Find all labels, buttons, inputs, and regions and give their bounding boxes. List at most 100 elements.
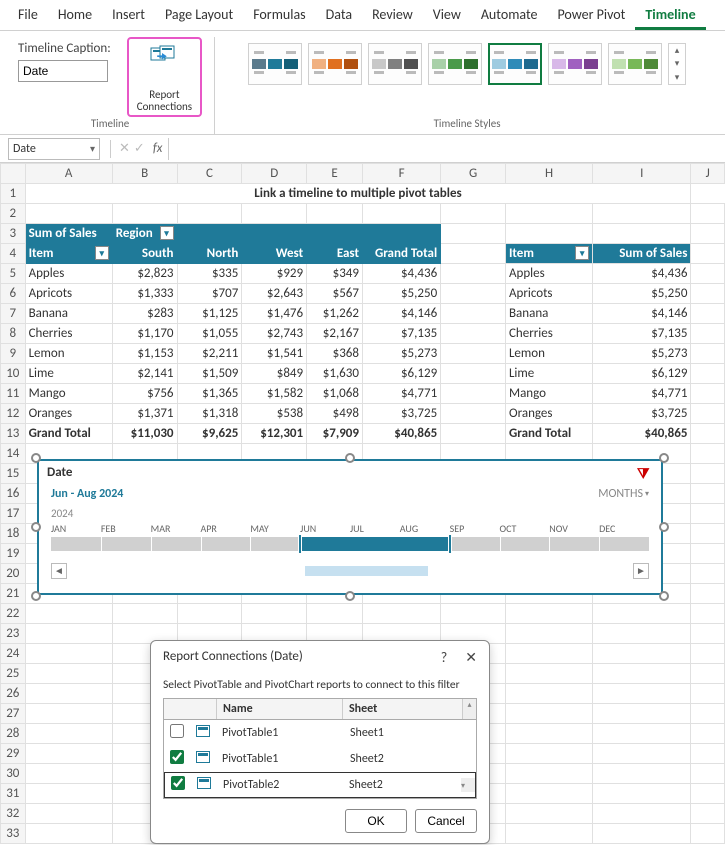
row-header[interactable]: 26 bbox=[1, 684, 26, 704]
pivot-cell[interactable]: $498 bbox=[307, 404, 363, 424]
tab-timeline[interactable]: Timeline bbox=[635, 2, 705, 30]
pivot-cell[interactable]: $849 bbox=[242, 364, 307, 384]
pivot-cell[interactable]: $349 bbox=[307, 264, 363, 284]
resize-handle[interactable] bbox=[659, 522, 669, 532]
pivot-cell[interactable]: $1,333 bbox=[112, 284, 177, 304]
pivot-cell[interactable]: $1,582 bbox=[242, 384, 307, 404]
row-header[interactable]: 32 bbox=[1, 804, 26, 824]
name-box[interactable]: Date ▾ bbox=[8, 138, 100, 160]
timeline-style-thumb[interactable] bbox=[248, 43, 302, 85]
pivot-cell[interactable]: $1,318 bbox=[177, 404, 242, 424]
scrollbar-track[interactable]: ▾ bbox=[461, 778, 475, 792]
tab-data[interactable]: Data bbox=[316, 2, 362, 30]
pivot-cell[interactable]: $1,170 bbox=[112, 324, 177, 344]
scroll-left-icon[interactable]: ◄ bbox=[51, 563, 67, 579]
row-header[interactable]: 28 bbox=[1, 724, 26, 744]
clear-filter-icon[interactable]: ⧩ bbox=[637, 465, 653, 481]
tab-page-layout[interactable]: Page Layout bbox=[155, 2, 243, 30]
pivot-cell[interactable]: $7,135 bbox=[362, 324, 440, 344]
row-header[interactable]: 10 bbox=[1, 364, 26, 384]
tab-home[interactable]: Home bbox=[48, 2, 102, 30]
grand-total-cell[interactable]: $9,625 bbox=[177, 424, 242, 444]
pivot-cell[interactable]: $4,771 bbox=[362, 384, 440, 404]
col-header[interactable]: C bbox=[177, 164, 242, 184]
pivot-cell[interactable]: $1,125 bbox=[177, 304, 242, 324]
pivot-cell[interactable]: $283 bbox=[112, 304, 177, 324]
enter-icon[interactable]: ✓ bbox=[134, 141, 145, 156]
resize-handle[interactable] bbox=[31, 522, 41, 532]
dialog-row[interactable]: PivotTable1Sheet2 bbox=[164, 746, 476, 772]
row-header[interactable]: 7 bbox=[1, 304, 26, 324]
pivot-cell[interactable]: $1,365 bbox=[177, 384, 242, 404]
help-icon[interactable]: ? bbox=[441, 649, 448, 666]
pivot-row-item[interactable]: Cherries bbox=[25, 324, 112, 344]
pivot-col-label[interactable]: Grand Total bbox=[362, 244, 440, 264]
tab-file[interactable]: File bbox=[8, 2, 48, 30]
row-header[interactable]: 20 bbox=[1, 564, 26, 584]
row-header[interactable]: 5 bbox=[1, 264, 26, 284]
row-header[interactable]: 16 bbox=[1, 484, 26, 504]
row-header[interactable]: 9 bbox=[1, 344, 26, 364]
row-header[interactable]: 12 bbox=[1, 404, 26, 424]
timeline-level-selector[interactable]: MONTHS ▾ bbox=[598, 487, 649, 501]
pivot-row-item[interactable]: Banana bbox=[25, 304, 112, 324]
timeline-style-thumb[interactable] bbox=[428, 43, 482, 85]
pivot2-item[interactable]: Apples bbox=[505, 264, 592, 284]
timeline-style-thumb[interactable] bbox=[608, 43, 662, 85]
pivot2-value[interactable]: $7,135 bbox=[593, 324, 691, 344]
close-icon[interactable]: ✕ bbox=[465, 649, 477, 666]
col-header[interactable]: B bbox=[112, 164, 177, 184]
row-header[interactable]: 29 bbox=[1, 744, 26, 764]
pivot2-value[interactable]: $6,129 bbox=[593, 364, 691, 384]
pivot-corner[interactable]: Sum of Sales bbox=[25, 224, 112, 244]
pivot-cell[interactable]: $1,630 bbox=[307, 364, 363, 384]
pivot-cell[interactable]: $1,509 bbox=[177, 364, 242, 384]
pivot-col-label[interactable]: West bbox=[242, 244, 307, 264]
pivot-cell[interactable]: $335 bbox=[177, 264, 242, 284]
pivot2-value[interactable]: $4,146 bbox=[593, 304, 691, 324]
pivot-cell[interactable]: $1,153 bbox=[112, 344, 177, 364]
row-header[interactable]: 23 bbox=[1, 624, 26, 644]
pivot-cell[interactable]: $368 bbox=[307, 344, 363, 364]
row-header[interactable]: 18 bbox=[1, 524, 26, 544]
report-checkbox[interactable] bbox=[170, 724, 184, 738]
pivot-cell[interactable]: $538 bbox=[242, 404, 307, 424]
tab-power-pivot[interactable]: Power Pivot bbox=[547, 2, 635, 30]
row-header[interactable]: 1 bbox=[1, 184, 26, 204]
row-header[interactable]: 14 bbox=[1, 444, 26, 464]
report-connections-button[interactable]: ReportConnections bbox=[127, 37, 202, 117]
pivot-cell[interactable]: $4,436 bbox=[362, 264, 440, 284]
row-header[interactable]: 30 bbox=[1, 764, 26, 784]
resize-handle[interactable] bbox=[345, 453, 355, 463]
row-header[interactable]: 4 bbox=[1, 244, 26, 264]
timeline-grip-right[interactable] bbox=[448, 534, 452, 554]
pivot-cell[interactable]: $6,129 bbox=[362, 364, 440, 384]
pivot-col-label[interactable]: East bbox=[307, 244, 363, 264]
resize-handle[interactable] bbox=[345, 591, 355, 601]
pivot-row-item[interactable]: Mango bbox=[25, 384, 112, 404]
pivot-row-item[interactable]: Lemon bbox=[25, 344, 112, 364]
scroll-right-icon[interactable]: ► bbox=[633, 563, 649, 579]
resize-handle[interactable] bbox=[659, 453, 669, 463]
pivot2-value[interactable]: $4,771 bbox=[593, 384, 691, 404]
row-header[interactable]: 24 bbox=[1, 644, 26, 664]
row-header[interactable]: 6 bbox=[1, 284, 26, 304]
col-header[interactable]: E bbox=[307, 164, 363, 184]
caption-input[interactable] bbox=[18, 60, 108, 82]
col-header[interactable]: F bbox=[362, 164, 440, 184]
resize-handle[interactable] bbox=[659, 591, 669, 601]
ok-button[interactable]: OK bbox=[345, 809, 407, 833]
col-header[interactable]: H bbox=[505, 164, 592, 184]
row-header[interactable]: 27 bbox=[1, 704, 26, 724]
col-header[interactable]: D bbox=[242, 164, 307, 184]
pivot-cell[interactable]: $3,725 bbox=[362, 404, 440, 424]
pivot2-value[interactable]: $3,725 bbox=[593, 404, 691, 424]
timeline-style-thumb[interactable] bbox=[548, 43, 602, 85]
grand-total-cell[interactable]: $40,865 bbox=[362, 424, 440, 444]
pivot-cell[interactable]: $2,643 bbox=[242, 284, 307, 304]
col-header[interactable]: G bbox=[441, 164, 506, 184]
timeline-style-thumb[interactable] bbox=[368, 43, 422, 85]
dialog-row[interactable]: PivotTable2Sheet2▾ bbox=[164, 772, 476, 798]
fx-icon[interactable]: fx bbox=[153, 141, 163, 156]
pivot2-item[interactable]: Apricots bbox=[505, 284, 592, 304]
